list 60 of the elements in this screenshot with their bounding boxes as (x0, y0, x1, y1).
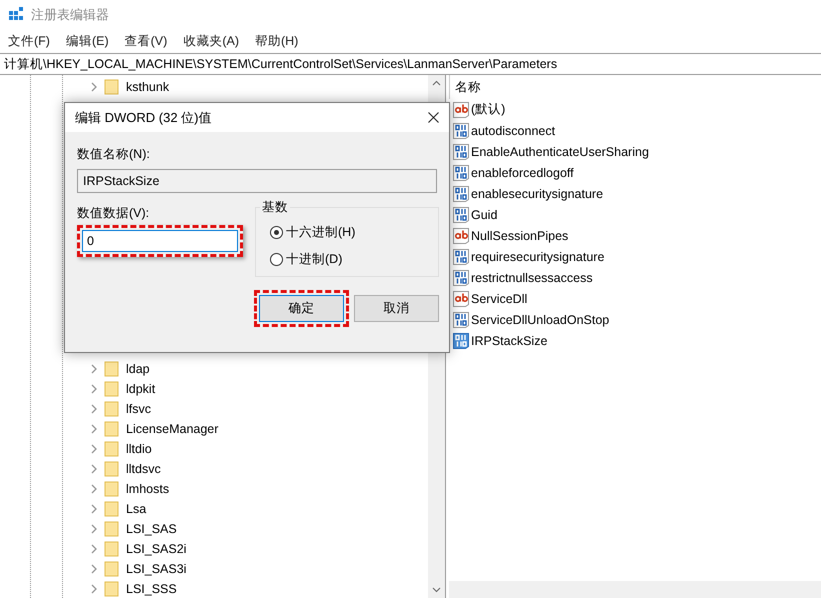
scroll-up-icon[interactable] (432, 79, 441, 88)
folder-icon (104, 421, 120, 437)
tree-item[interactable]: LicenseManager (126, 422, 218, 436)
tree-item[interactable]: LSI_SAS (126, 522, 177, 536)
tree-item[interactable]: lfsvc (126, 402, 151, 416)
radio-option[interactable]: 十六进制(H) (270, 224, 424, 241)
folder-icon (104, 79, 120, 95)
value-name[interactable]: NullSessionPipes (471, 228, 568, 242)
tree-item[interactable]: lltdsvc (126, 462, 161, 476)
menu-item[interactable]: 文件(F) (8, 32, 50, 50)
tree-item[interactable]: lmhosts (126, 482, 170, 496)
menu-item[interactable]: 帮助(H) (254, 32, 298, 50)
folder-icon (104, 461, 120, 477)
menu-item[interactable]: 编辑(E) (66, 32, 109, 50)
tree-item[interactable]: ldap (126, 362, 150, 376)
address-bar[interactable]: 计算机\HKEY_LOCAL_MACHINE\SYSTEM\CurrentControlSet\Services\LanmanServer\Parameters (0, 53, 821, 75)
folder-icon (104, 561, 120, 577)
folder-icon (104, 521, 120, 537)
tree-item[interactable]: ldpkit (126, 382, 156, 396)
menu-item[interactable]: 查看(V) (124, 32, 168, 50)
tree-item[interactable]: LSI_SSS (126, 582, 177, 596)
chevron-right-icon[interactable] (90, 82, 98, 92)
value-name[interactable]: Guid (471, 208, 498, 222)
value-name[interactable]: requiresecuritysignature (471, 250, 604, 264)
folder-icon (104, 501, 120, 517)
folder-icon (104, 541, 120, 557)
value-name[interactable]: enablesecuritysignature (471, 186, 604, 200)
tree-item[interactable]: LSI_SAS2i (126, 542, 186, 556)
radio-option[interactable]: 十进制(D) (270, 251, 424, 268)
window-title: 注册表编辑器 (31, 6, 109, 24)
value-data-field[interactable]: 0 (82, 230, 238, 252)
tree-item[interactable]: lltdio (126, 442, 152, 456)
field-label: 数值名称(N): (77, 146, 151, 163)
folder-icon (104, 481, 120, 497)
value-name[interactable]: restrictnullsessaccess (471, 270, 593, 284)
value-name[interactable]: EnableAuthenticateUserSharing (471, 144, 649, 158)
folder-icon (104, 401, 120, 417)
field-label: 数值数据(V): (77, 205, 150, 222)
dialog-title: 编辑 DWORD (32 位)值 (75, 108, 212, 126)
registry-app-icon (9, 7, 25, 23)
tree-item[interactable]: Lsa (126, 502, 146, 516)
folder-icon (104, 441, 120, 457)
column-header[interactable]: 名称 (449, 75, 821, 99)
value-name[interactable]: autodisconnect (471, 124, 556, 138)
value-name[interactable]: (默认) (471, 101, 506, 118)
value-name[interactable]: IRPStackSize (471, 334, 548, 348)
menu-item[interactable]: 收藏夹(A) (183, 32, 239, 50)
dialog-button[interactable]: 取消 (354, 295, 439, 322)
value-name[interactable]: enableforcedlogoff (471, 166, 574, 180)
tree-item[interactable]: ksthunk (126, 80, 170, 94)
tree-item[interactable]: LSI_SAS3i (126, 562, 186, 576)
folder-icon (104, 581, 120, 597)
group-label: 基数 (261, 199, 289, 216)
scroll-down-icon[interactable] (432, 585, 441, 594)
folder-icon (104, 361, 120, 377)
folder-icon (104, 381, 120, 397)
value-name-field[interactable]: IRPStackSize (77, 169, 437, 193)
value-name[interactable]: ServiceDllUnloadOnStop (471, 312, 610, 326)
value-name[interactable]: ServiceDll (471, 292, 528, 306)
close-icon[interactable] (428, 112, 439, 123)
